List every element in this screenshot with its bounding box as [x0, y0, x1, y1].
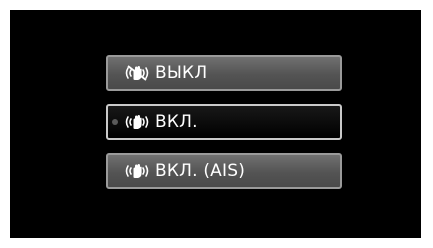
stabilizer-menu: ВЫКЛ ВКЛ. ВКЛ. (AIS) [106, 55, 346, 202]
hand-shake-on-icon [124, 162, 150, 180]
hand-shake-on-icon [124, 113, 150, 131]
camera-screen: ВЫКЛ ВКЛ. ВКЛ. (AIS) [10, 10, 421, 238]
option-off[interactable]: ВЫКЛ [106, 55, 342, 91]
selection-cursor-icon [112, 119, 118, 125]
hand-shake-off-icon [124, 64, 150, 82]
option-on-ais[interactable]: ВКЛ. (AIS) [106, 153, 342, 189]
option-on-ais-label: ВКЛ. (AIS) [155, 161, 246, 181]
option-on-label: ВКЛ. [155, 112, 198, 132]
option-on[interactable]: ВКЛ. [106, 104, 342, 140]
option-off-label: ВЫКЛ [155, 63, 208, 83]
